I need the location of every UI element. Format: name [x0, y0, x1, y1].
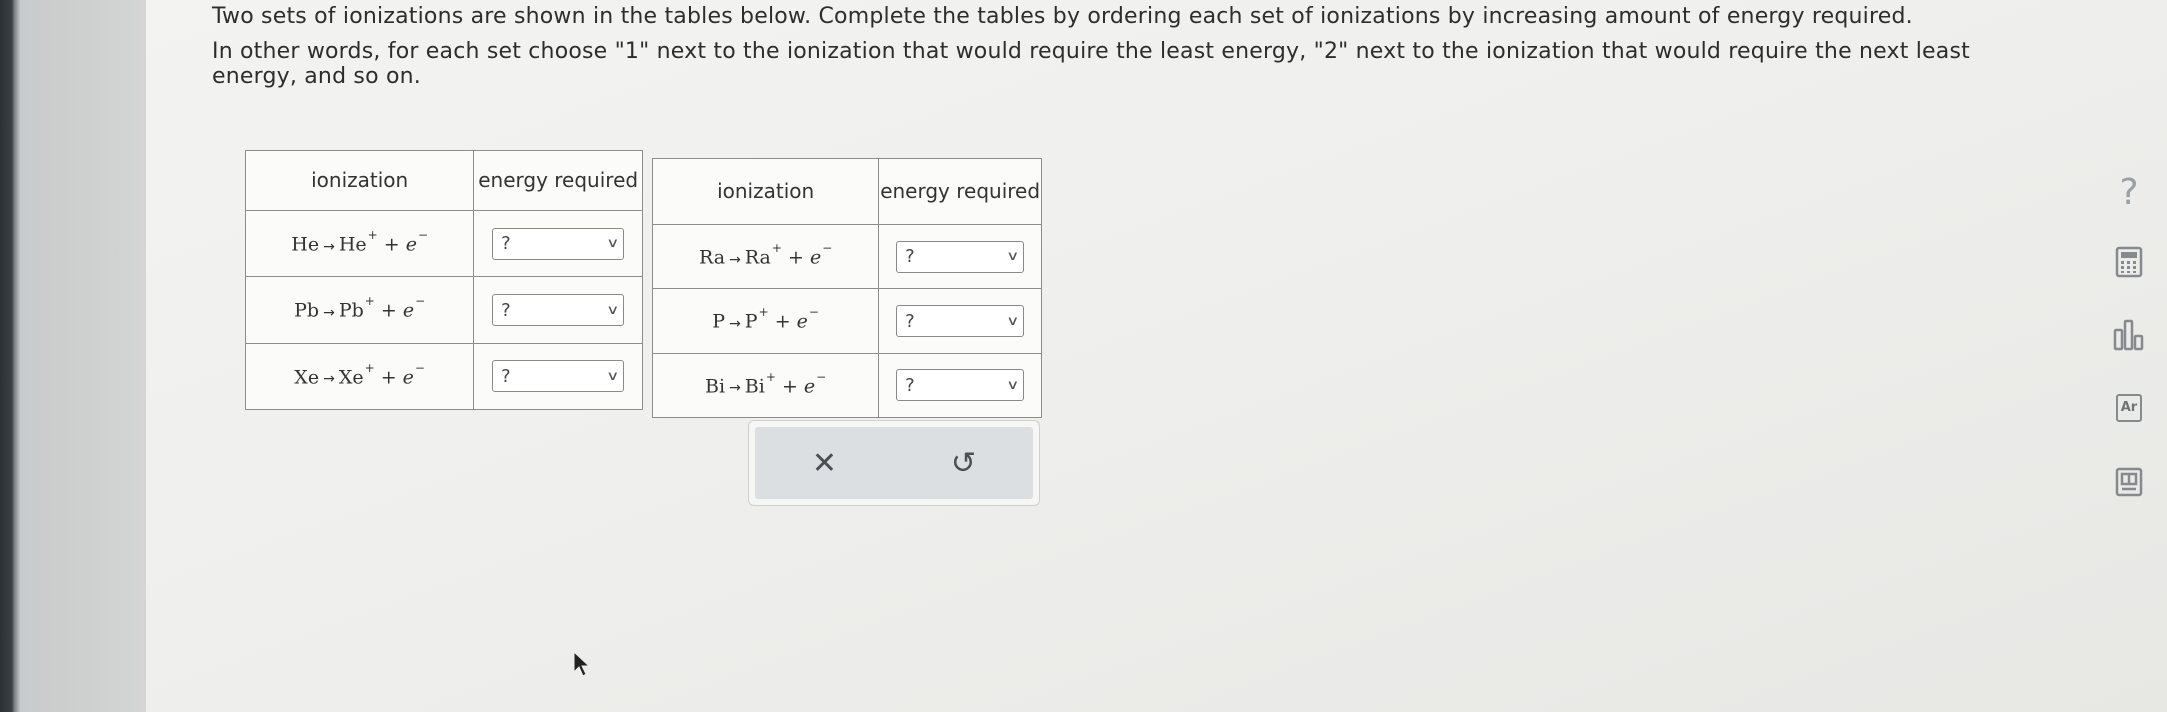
undo-icon[interactable]: ↺	[924, 446, 1004, 481]
answer-actions-bar: ✕ ↺	[755, 427, 1033, 499]
table-row: Ra → Ra+ + e− ? ∨	[651, 224, 1042, 290]
table-row: Xe → Xe+ + e− ? ∨	[244, 342, 643, 411]
table-row: P → P+ + e− ? ∨	[651, 288, 1042, 354]
table-row: Bi → Bi+ + e− ? ∨	[651, 352, 1042, 419]
book-icon[interactable]	[2106, 466, 2152, 502]
header-energy-required: energy required	[473, 149, 643, 212]
instructions: Two sets of ionizations are shown in the…	[212, 4, 2032, 99]
energy-rank-select[interactable]: ? ∨	[896, 240, 1025, 273]
instructions-line-1: Two sets of ionizations are shown in the…	[212, 4, 1913, 29]
close-icon[interactable]: ✕	[785, 446, 865, 481]
energy-rank-select[interactable]: ? ∨	[896, 305, 1025, 338]
chevron-down-icon: ∨	[1005, 313, 1020, 329]
calculator-icon[interactable]	[2106, 246, 2152, 282]
energy-rank-select[interactable]: ? ∨	[492, 294, 625, 327]
energy-rank-select[interactable]: ? ∨	[492, 360, 625, 393]
chart-icon[interactable]	[2106, 318, 2152, 356]
ionization-table-2: ionization energy required Ra → Ra+ + e− ?…	[651, 157, 1042, 419]
ionization-table-1: ionization energy required He → He+ + e− ?…	[244, 149, 643, 411]
header-ionization: ionization	[651, 157, 880, 226]
chevron-down-icon: ∨	[1005, 377, 1020, 393]
equation: Xe → Xe+ + e−	[244, 342, 475, 411]
equation: Bi → Bi+ + e−	[651, 352, 880, 419]
energy-rank-select[interactable]: ? ∨	[896, 369, 1025, 402]
equation: P → P+ + e−	[651, 288, 880, 354]
table-row: Pb → Pb+ + e− ? ∨	[244, 276, 643, 344]
answer-actions-panel: ✕ ↺	[748, 420, 1040, 506]
table-row: He → He+ + e− ? ∨	[244, 210, 643, 278]
chevron-down-icon: ∨	[605, 302, 620, 318]
periodic-table-icon[interactable]: Ar	[2106, 394, 2152, 422]
instructions-line-2: In other words, for each set choose "1" …	[212, 39, 1970, 89]
chevron-down-icon: ∨	[1005, 249, 1020, 265]
equation: He → He+ + e−	[244, 210, 475, 278]
header-energy-required: energy required	[878, 157, 1042, 226]
help-icon[interactable]: ?	[2106, 172, 2152, 213]
chevron-down-icon: ∨	[605, 236, 620, 252]
equation: Ra → Ra+ + e−	[651, 224, 880, 290]
energy-rank-select[interactable]: ? ∨	[492, 227, 625, 260]
equation: Pb → Pb+ + e−	[244, 276, 475, 344]
chevron-down-icon: ∨	[605, 368, 620, 384]
periodic-table-label: Ar	[2116, 394, 2142, 422]
header-ionization: ionization	[244, 149, 475, 212]
screen-bezel	[0, 0, 146, 712]
